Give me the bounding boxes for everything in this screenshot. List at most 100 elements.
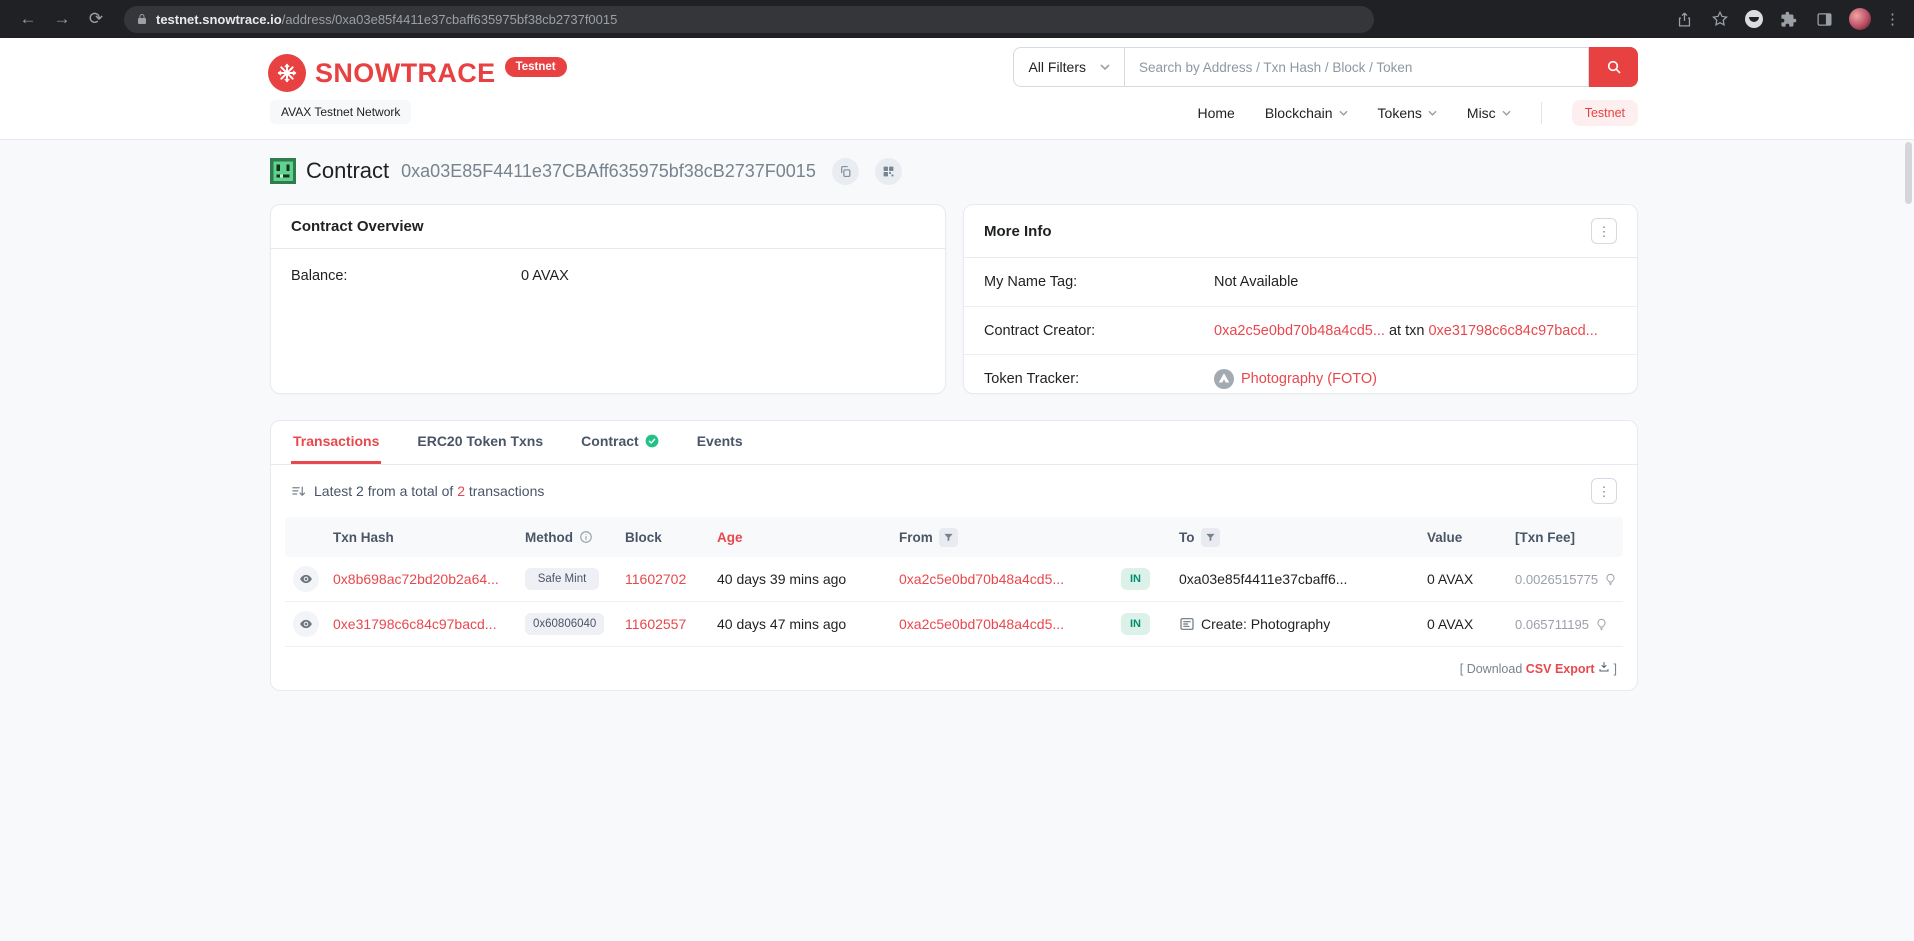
tx-table-menu-button[interactable]: ⋮ — [1591, 478, 1617, 504]
direction-badge: IN — [1121, 568, 1150, 590]
token-tracker-link[interactable]: Photography (FOTO) — [1241, 371, 1377, 387]
tab-label: Transactions — [293, 433, 380, 449]
url-domain: testnet.snowtrace.io — [156, 12, 282, 27]
nav-item[interactable]: Blockchain — [1265, 105, 1348, 121]
download-icon — [1599, 662, 1609, 672]
nav-item[interactable]: Home — [1197, 105, 1234, 121]
bulb-icon — [1606, 573, 1615, 585]
share-icon[interactable] — [1673, 8, 1695, 30]
chevron-down-icon — [1100, 64, 1110, 70]
tx-table-body: 0x8b698ac72bd20b2a64... Safe Mint 116027… — [285, 557, 1623, 647]
scrollbar-thumb[interactable] — [1905, 142, 1912, 204]
profile-avatar[interactable] — [1849, 8, 1871, 30]
tab[interactable]: Contract — [579, 421, 661, 464]
creator-txn-link[interactable]: 0xe31798c6c84c97bacd... — [1428, 323, 1597, 339]
tx-summary-row: Latest 2 from a total of 2 transactions … — [271, 465, 1637, 517]
from-filter-button[interactable] — [938, 527, 958, 547]
page-content: Contract 0xa03E85F4411e37CBAff635975bf38… — [0, 140, 1914, 941]
nav-item[interactable]: Tokens — [1378, 105, 1437, 121]
tx-total-count: 2 — [457, 483, 465, 499]
more-info-menu-button[interactable]: ⋮ — [1591, 218, 1617, 244]
bookmark-star-icon[interactable] — [1709, 8, 1731, 30]
copy-address-button[interactable] — [831, 157, 859, 185]
csv-export-link[interactable]: CSV Export — [1526, 662, 1595, 676]
verified-check-icon — [645, 434, 659, 448]
view-tx-button[interactable] — [293, 611, 319, 637]
tab-label: Contract — [581, 433, 639, 449]
snowflake-icon — [268, 54, 306, 92]
tab[interactable]: ERC20 Token Txns — [415, 421, 545, 464]
view-tx-button[interactable] — [293, 566, 319, 592]
txn-hash-link[interactable]: 0x8b698ac72bd20b2a64... — [333, 571, 499, 587]
col-block: Block — [625, 529, 662, 545]
tab[interactable]: Events — [695, 421, 745, 464]
search-button[interactable] — [1589, 47, 1638, 87]
fee-text: 0.0026515775 — [1515, 571, 1599, 587]
nav-item-label: Home — [1197, 105, 1235, 121]
brand-logo[interactable]: SNOWTRACE Testnet — [268, 54, 567, 92]
brand-wordmark: SNOWTRACE — [315, 58, 496, 88]
col-txn-hash: Txn Hash — [333, 529, 394, 545]
url-path: /address/0xa03e85f4411e37cbaff635975bf38… — [281, 12, 618, 27]
block-link[interactable]: 11602557 — [625, 616, 686, 632]
nav-item[interactable]: Misc — [1467, 105, 1511, 121]
direction-badge: IN — [1121, 613, 1150, 635]
chevron-down-icon — [1338, 110, 1348, 116]
eye-icon — [300, 619, 312, 629]
search-icon — [1607, 60, 1621, 74]
transactions-card: Transactions ERC20 Token Txns Contract E… — [270, 420, 1638, 691]
name-tag-row: My Name Tag: Not Available — [964, 258, 1637, 306]
contract-creator-row: Contract Creator: 0xa2c5e0bd70b48a4cd5..… — [964, 306, 1637, 354]
brand-testnet-badge: Testnet — [504, 57, 567, 77]
csv-export-row: [ Download CSV Export ] — [1459, 662, 1617, 676]
tab[interactable]: Transactions — [291, 421, 382, 464]
browser-menu-icon[interactable]: ⋮ — [1885, 12, 1900, 27]
txn-hash-link[interactable]: 0xe31798c6c84c97bacd... — [333, 616, 496, 632]
block-link[interactable]: 11602702 — [625, 571, 686, 587]
testnet-network-button[interactable]: Testnet — [1571, 100, 1638, 126]
table-row: 0xe31798c6c84c97bacd... 0x60806040 11602… — [285, 602, 1623, 647]
overview-card-title: Contract Overview — [291, 218, 424, 235]
site-header: SNOWTRACE Testnet AVAX Testnet Network A… — [0, 38, 1914, 140]
col-txn-fee: [Txn Fee] — [1515, 529, 1576, 545]
chevron-down-icon — [1428, 110, 1437, 116]
reload-button[interactable]: ⟳ — [82, 5, 110, 33]
page-title: Contract — [306, 158, 390, 183]
col-age[interactable]: Age — [709, 530, 891, 545]
from-address-link[interactable]: 0xa2c5e0bd70b48a4cd5... — [899, 616, 1064, 632]
creator-address-link[interactable]: 0xa2c5e0bd70b48a4cd5... — [1214, 323, 1385, 339]
more-info-card: More Info ⋮ My Name Tag: Not Available C… — [963, 204, 1638, 394]
more-info-card-title: More Info — [984, 222, 1052, 240]
chevron-down-icon — [1502, 110, 1511, 116]
token-tracker-row: Token Tracker: Photography (FOTO) — [964, 354, 1637, 402]
extensions-puzzle-icon[interactable] — [1777, 8, 1799, 30]
search-filter-select[interactable]: All Filters — [1013, 47, 1124, 87]
eye-icon — [300, 574, 312, 584]
col-from: From — [891, 527, 1113, 547]
qr-code-button[interactable] — [874, 157, 902, 185]
balance-label: Balance: — [291, 268, 348, 284]
bulb-icon — [1597, 618, 1606, 630]
info-icon[interactable] — [579, 530, 593, 544]
main-nav: Home Blockchain Tokens Misc Testnet — [1197, 98, 1638, 128]
method-badge: 0x60806040 — [525, 613, 605, 635]
method-badge: Safe Mint — [525, 568, 599, 590]
tx-table-header: Txn Hash Method Block Age From To Value … — [285, 517, 1623, 557]
tx-table: Txn Hash Method Block Age From To Value … — [285, 517, 1623, 647]
fee-text: 0.065711195 — [1515, 616, 1589, 632]
creator-at-text: at txn — [1388, 322, 1425, 339]
url-bar[interactable]: testnet.snowtrace.io/address/0xa03e85f44… — [124, 5, 1374, 33]
browser-chrome: ← → ⟳ testnet.snowtrace.io/address/0xa03… — [0, 0, 1914, 38]
extension-badge-icon[interactable] — [1745, 10, 1763, 28]
back-button[interactable]: ← — [14, 5, 42, 33]
tab-label: ERC20 Token Txns — [417, 433, 544, 449]
contract-creator-label: Contract Creator: — [984, 322, 1096, 339]
nav-item-label: Tokens — [1377, 105, 1422, 121]
from-address-link[interactable]: 0xa2c5e0bd70b48a4cd5... — [899, 571, 1064, 587]
sidebar-toggle-icon[interactable] — [1813, 8, 1835, 30]
forward-button[interactable]: → — [48, 5, 76, 33]
to-filter-button[interactable] — [1200, 527, 1220, 547]
search-input[interactable] — [1124, 47, 1589, 87]
contract-avatar-icon — [270, 158, 296, 184]
value-text: 0 AVAX — [1427, 616, 1474, 632]
